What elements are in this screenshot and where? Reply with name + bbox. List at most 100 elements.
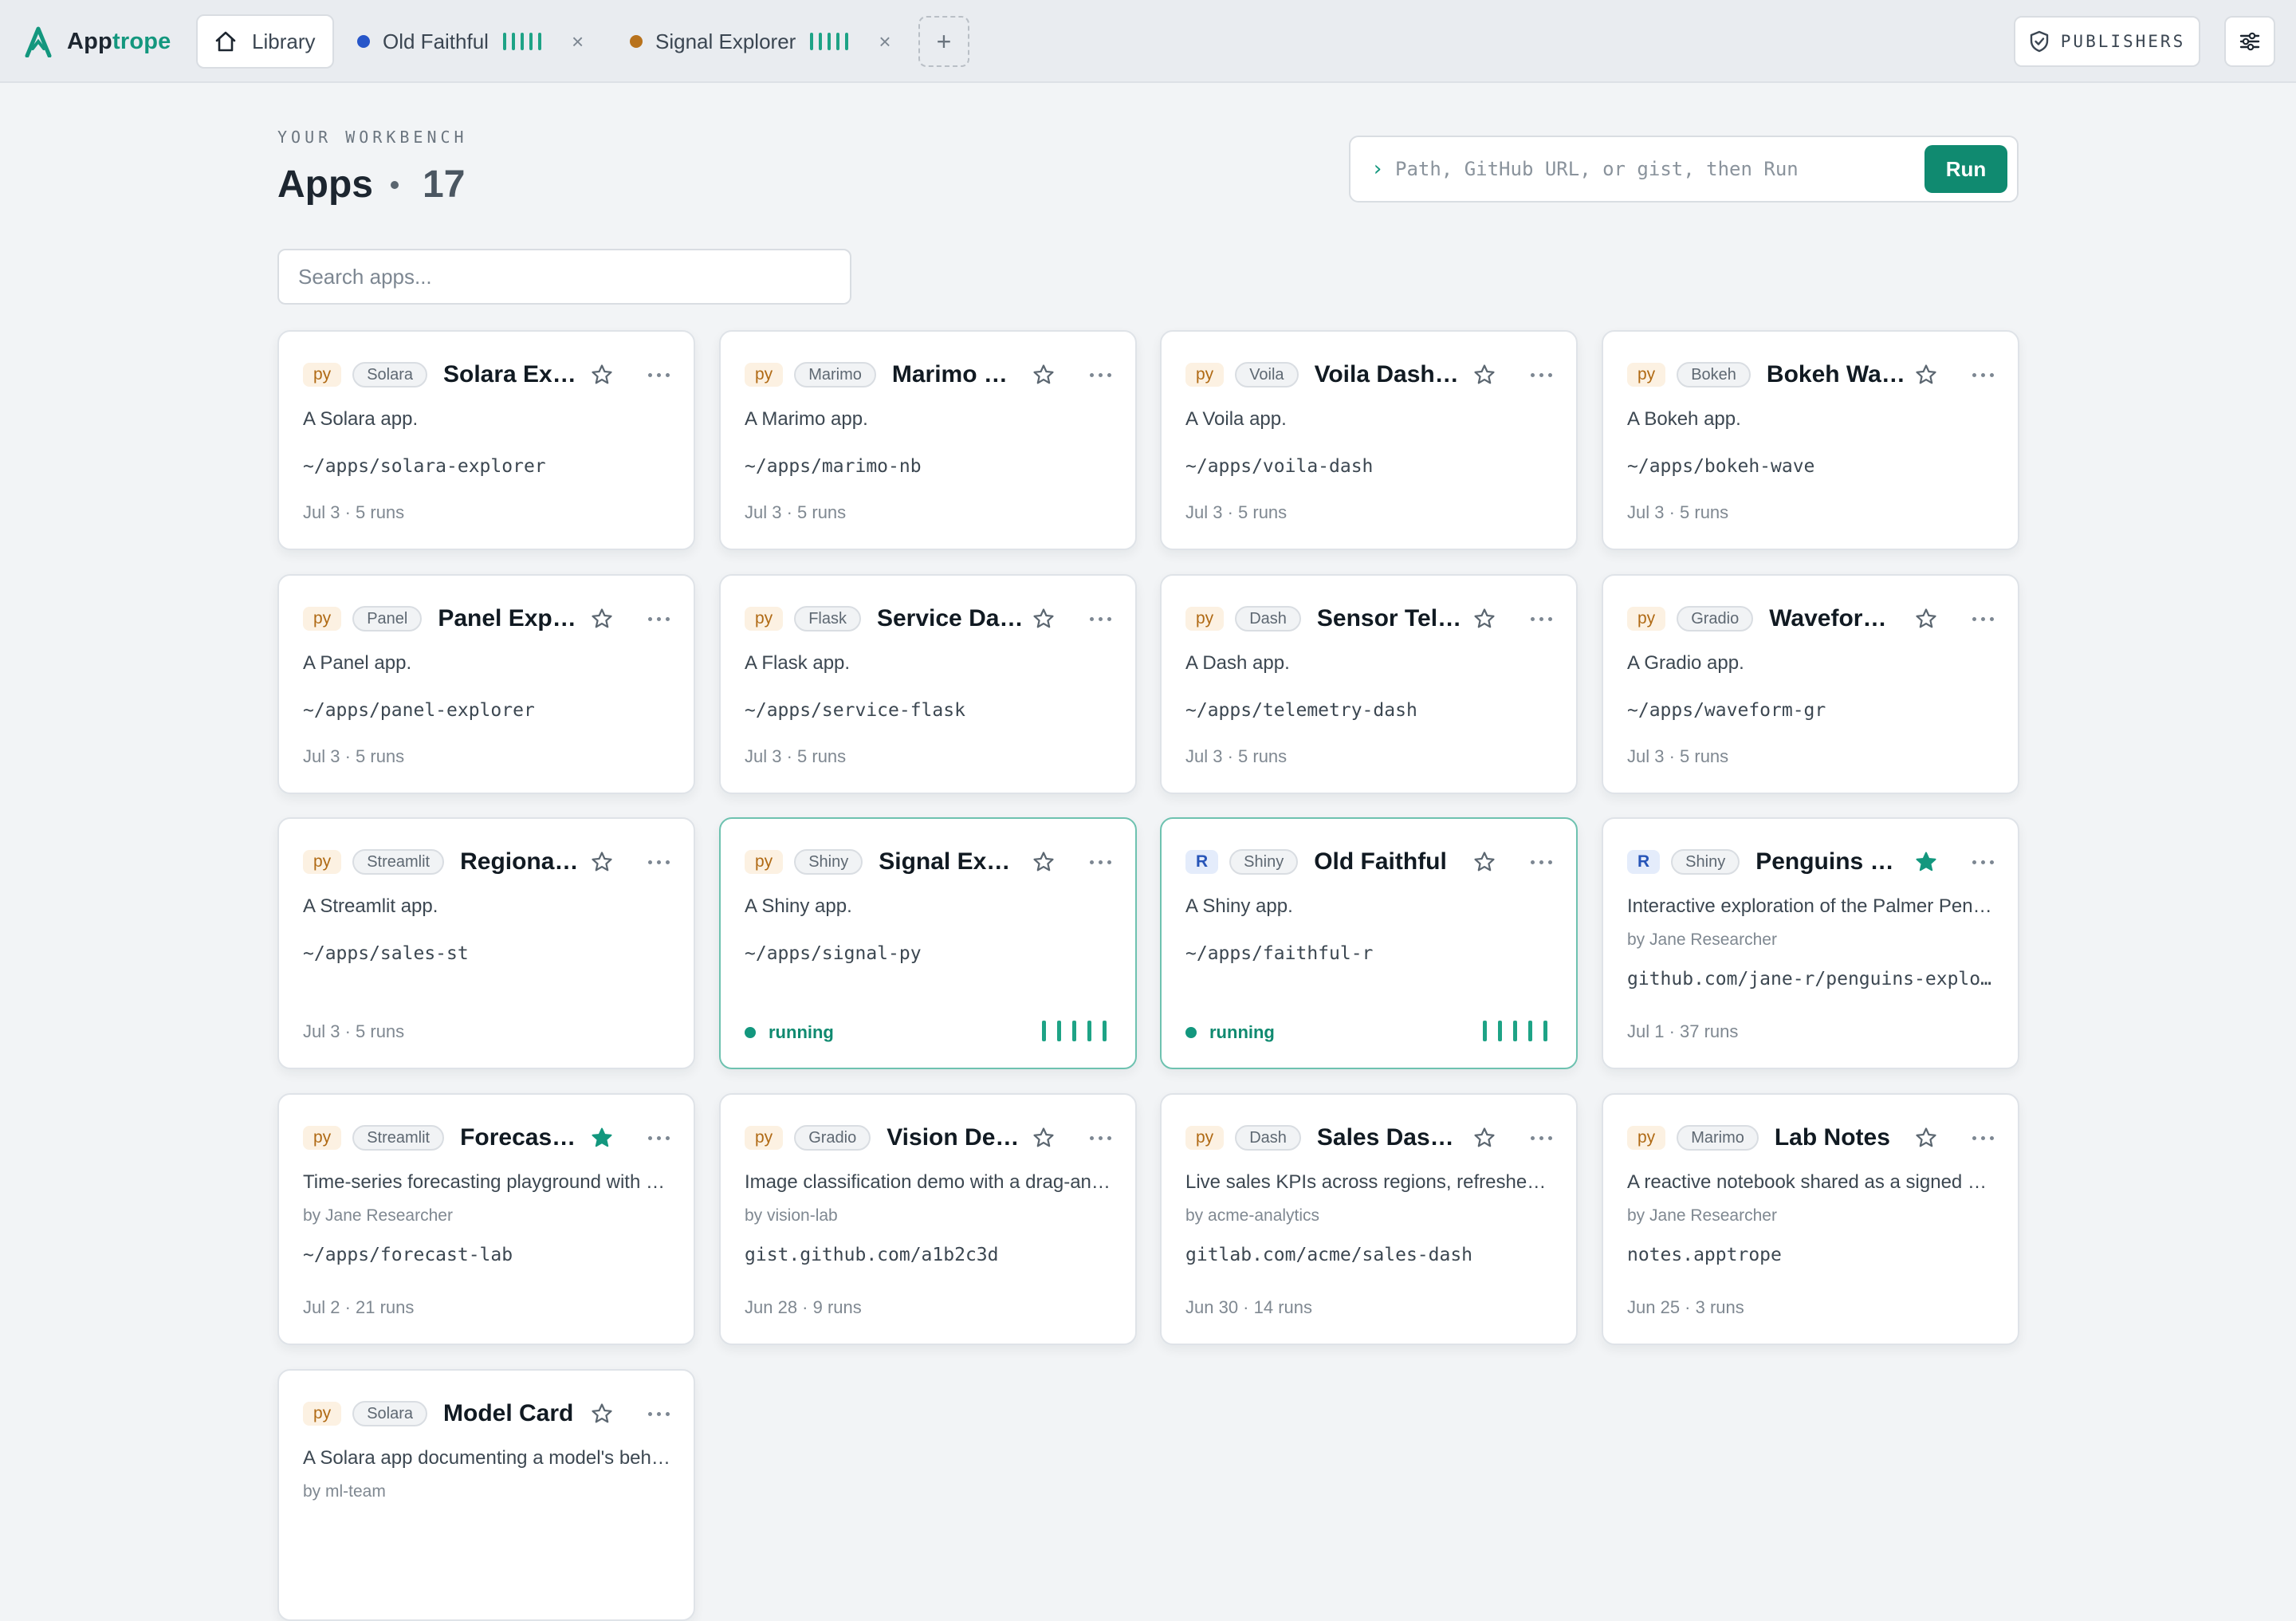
settings-button[interactable] bbox=[2224, 16, 2275, 67]
star-outline-icon[interactable] bbox=[590, 1402, 614, 1426]
page-title: Apps 17 bbox=[277, 163, 465, 207]
app-card[interactable]: py Streamlit Forecast Lab Time-series forec… bbox=[277, 1093, 695, 1345]
star-outline-icon[interactable] bbox=[1032, 850, 1056, 874]
app-card[interactable]: py Solara Model Card A Solara app documenti… bbox=[277, 1369, 695, 1621]
more-options-icon[interactable] bbox=[1083, 1135, 1111, 1140]
more-options-icon[interactable] bbox=[1523, 372, 1552, 377]
more-options-icon[interactable] bbox=[1083, 372, 1111, 377]
run-button[interactable]: Run bbox=[1924, 145, 2007, 193]
publishers-button[interactable]: PUBLISHERS bbox=[2014, 16, 2200, 67]
app-card[interactable]: py Gradio Vision Demo Image classification … bbox=[719, 1093, 1137, 1345]
more-options-icon[interactable] bbox=[1083, 860, 1111, 864]
framework-badge: Shiny bbox=[1671, 849, 1740, 875]
brand[interactable]: Apptrope bbox=[24, 24, 171, 59]
more-options-icon[interactable] bbox=[1523, 616, 1552, 621]
more-options-icon[interactable] bbox=[641, 1135, 670, 1140]
app-card-header: py Marimo Marimo Notebook bbox=[745, 359, 1111, 391]
tab-library[interactable]: Library bbox=[196, 14, 335, 69]
app-card[interactable]: py Shiny Signal Explorer A Shiny app. ~/apps… bbox=[719, 817, 1137, 1069]
star-filled-icon[interactable] bbox=[590, 1126, 614, 1150]
app-path: ~/apps/faithful-r bbox=[1185, 943, 1374, 964]
app-name[interactable]: Vision Demo bbox=[887, 1124, 1024, 1151]
app-name[interactable]: Voila Dashboard bbox=[1315, 361, 1464, 388]
app-name[interactable]: Solara Explorer bbox=[443, 361, 582, 388]
star-outline-icon[interactable] bbox=[1472, 1126, 1496, 1150]
app-card[interactable]: R Shiny Penguins Explorer Interactive explo… bbox=[1602, 817, 2019, 1069]
app-name[interactable]: Bokeh Wave bbox=[1767, 361, 1906, 388]
star-outline-icon[interactable] bbox=[1032, 363, 1056, 387]
run-source-input[interactable] bbox=[1395, 158, 1924, 180]
app-card[interactable]: py Voila Voila Dashboard A Voila app. ~/apps… bbox=[1160, 330, 1578, 550]
app-card[interactable]: py Solara Solara Explorer A Solara app. ~/ap… bbox=[277, 330, 695, 550]
more-options-icon[interactable] bbox=[1965, 1135, 1994, 1140]
app-name[interactable]: Old Faithful bbox=[1314, 848, 1464, 875]
star-outline-icon[interactable] bbox=[1472, 850, 1496, 874]
app-card-header: py Solara Solara Explorer bbox=[303, 359, 670, 391]
more-options-icon[interactable] bbox=[1965, 616, 1994, 621]
app-name[interactable]: Lab Notes bbox=[1775, 1124, 1906, 1151]
app-name[interactable]: Sales Dashboard bbox=[1317, 1124, 1464, 1151]
close-tab-icon[interactable]: × bbox=[572, 30, 584, 54]
more-options-icon[interactable] bbox=[1965, 860, 1994, 864]
app-name[interactable]: Model Card bbox=[443, 1400, 582, 1427]
new-tab-button[interactable]: + bbox=[918, 16, 969, 67]
app-author: by ml-team bbox=[303, 1482, 386, 1501]
language-badge: py bbox=[745, 850, 784, 874]
more-options-icon[interactable] bbox=[641, 1411, 670, 1416]
star-outline-icon[interactable] bbox=[590, 607, 614, 631]
app-card[interactable]: R Shiny Old Faithful A Shiny app. ~/apps/fai… bbox=[1160, 817, 1578, 1069]
app-card[interactable]: py Gradio Waveform Studio A Gradio app. ~/ap… bbox=[1602, 574, 2019, 794]
star-filled-icon[interactable] bbox=[1914, 850, 1938, 874]
star-outline-icon[interactable] bbox=[1472, 363, 1496, 387]
more-options-icon[interactable] bbox=[641, 372, 670, 377]
app-card[interactable]: py Streamlit Regional Sales A Streamlit app… bbox=[277, 817, 695, 1069]
app-name[interactable]: Penguins Explorer bbox=[1755, 848, 1906, 875]
app-card-header: R Shiny Penguins Explorer bbox=[1627, 846, 1994, 878]
search-apps-input[interactable] bbox=[277, 249, 851, 305]
framework-badge: Panel bbox=[352, 606, 423, 631]
app-card[interactable]: py Marimo Lab Notes A reactive notebook sha… bbox=[1602, 1093, 2019, 1345]
star-outline-icon[interactable] bbox=[590, 850, 614, 874]
star-outline-icon[interactable] bbox=[1472, 607, 1496, 631]
app-card[interactable]: py Dash Sensor Telemetry A Dash app. ~/apps/… bbox=[1160, 574, 1578, 794]
star-outline-icon[interactable] bbox=[1914, 1126, 1938, 1150]
more-options-icon[interactable] bbox=[641, 616, 670, 621]
more-options-icon[interactable] bbox=[641, 860, 670, 864]
star-outline-icon[interactable] bbox=[590, 363, 614, 387]
framework-badge: Dash bbox=[1235, 606, 1301, 631]
app-card[interactable]: py Dash Sales Dashboard Live sales KPIs acr… bbox=[1160, 1093, 1578, 1345]
star-outline-icon[interactable] bbox=[1032, 1126, 1056, 1150]
tab-signal-explorer[interactable]: Signal Explorer × bbox=[630, 14, 891, 69]
app-card[interactable]: py Flask Service Dashboard A Flask app. ~/ap… bbox=[719, 574, 1137, 794]
app-name[interactable]: Sensor Telemetry bbox=[1317, 605, 1464, 632]
tab-old-faithful[interactable]: Old Faithful × bbox=[357, 14, 584, 69]
status-label: running bbox=[769, 1022, 834, 1042]
app-name[interactable]: Marimo Notebook bbox=[892, 361, 1024, 388]
close-tab-icon[interactable]: × bbox=[879, 30, 890, 54]
app-card[interactable]: py Panel Panel Explorer A Panel app. ~/apps/… bbox=[277, 574, 695, 794]
app-card-header: py Marimo Lab Notes bbox=[1627, 1122, 1994, 1154]
more-options-icon[interactable] bbox=[1523, 1135, 1552, 1140]
app-name[interactable]: Regional Sales bbox=[460, 848, 582, 875]
framework-badge: Dash bbox=[1235, 1125, 1301, 1151]
app-name[interactable]: Waveform Studio bbox=[1769, 605, 1906, 632]
page-title-text: Apps bbox=[277, 163, 373, 206]
framework-badge: Solara bbox=[352, 1401, 427, 1426]
star-outline-icon[interactable] bbox=[1914, 363, 1938, 387]
more-options-icon[interactable] bbox=[1523, 860, 1552, 864]
app-path: gitlab.com/acme/sales-dash bbox=[1185, 1245, 1473, 1265]
app-name[interactable]: Signal Explorer bbox=[879, 848, 1024, 875]
app-name[interactable]: Panel Explorer bbox=[438, 605, 582, 632]
framework-badge: Streamlit bbox=[352, 1125, 445, 1151]
more-options-icon[interactable] bbox=[1965, 372, 1994, 377]
language-badge: py bbox=[303, 607, 342, 631]
more-options-icon[interactable] bbox=[1083, 616, 1111, 621]
app-description: A Dash app. bbox=[1185, 652, 1290, 674]
app-name[interactable]: Service Dashboard bbox=[877, 605, 1024, 632]
star-outline-icon[interactable] bbox=[1032, 607, 1056, 631]
star-outline-icon[interactable] bbox=[1914, 607, 1938, 631]
app-card[interactable]: py Marimo Marimo Notebook A Marimo app. ~/ap… bbox=[719, 330, 1137, 550]
app-card[interactable]: py Bokeh Bokeh Wave A Bokeh app. ~/apps/boke… bbox=[1602, 330, 2019, 550]
app-name[interactable]: Forecast Lab bbox=[460, 1124, 582, 1151]
app-card-header: py Dash Sales Dashboard bbox=[1185, 1122, 1552, 1154]
